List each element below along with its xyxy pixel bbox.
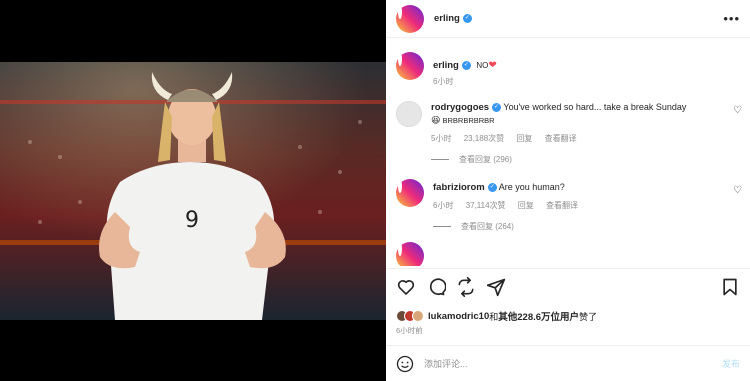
comment-username[interactable]: rodrygogoes [431, 102, 489, 113]
liker-username[interactable]: lukamodric10 [428, 311, 489, 322]
heart-icon[interactable]: ♡ [733, 105, 742, 116]
comment-text: You've worked so hard... take a break Su… [503, 102, 687, 112]
caption-text: NO [476, 61, 489, 70]
send-icon[interactable] [486, 277, 506, 297]
caption-avatar[interactable] [396, 52, 424, 80]
post-header: erling ✓ ••• [386, 0, 750, 38]
reply-button[interactable]: 回复 [518, 201, 534, 210]
comment-item: rodrygogoes ✓ You've worked so hard... ta… [386, 101, 750, 165]
likes-others[interactable]: 其他228.6万位用户 [498, 309, 579, 323]
post-time: 6小时前 [396, 326, 423, 335]
comment-likes[interactable]: 37,114次赞 [466, 201, 506, 210]
verified-icon: ✓ [461, 61, 471, 71]
verified-icon: ✓ [492, 103, 502, 113]
verified-icon: ✓ [462, 14, 472, 24]
post-photo[interactable]: 9 [0, 62, 386, 320]
comments-list[interactable]: erling ✓ NO❤ 6小时 rodrygogoes ✓ You've work… [386, 42, 750, 266]
view-replies-button[interactable]: 查看回复 (264) [433, 221, 740, 232]
heart-icon[interactable] [396, 277, 416, 297]
comment-item-partial [386, 242, 750, 266]
comment-input[interactable] [424, 358, 722, 369]
post-media: 9 [0, 0, 386, 381]
comment-icon[interactable] [426, 277, 446, 297]
svg-text:9: 9 [185, 208, 199, 233]
reply-button[interactable]: 回复 [516, 134, 532, 143]
translate-button[interactable]: 查看翻译 [545, 134, 577, 143]
comment-avatar[interactable] [396, 101, 422, 127]
comment-avatar[interactable] [396, 242, 424, 266]
comment-item: fabriziorom ✓ Are you human? 6小时 37,114次赞… [386, 179, 750, 232]
instagram-post-view: 9 erling ✓ ••• erling ✓ NO❤ 6小时 rodrygog… [0, 0, 750, 381]
heart-icon[interactable]: ♡ [733, 185, 742, 196]
likes-summary[interactable]: lukamodric10 和其他228.6万位用户 赞了 [396, 309, 597, 323]
comment-time: 6小时 [433, 201, 454, 210]
caption-time: 6小时 [433, 77, 454, 86]
more-icon[interactable]: ••• [723, 11, 740, 26]
comment-composer: 发布 [386, 346, 750, 381]
share-icon[interactable] [456, 277, 476, 297]
view-replies-button[interactable]: 查看回复 (296) [431, 154, 740, 165]
laugh-emoji: 😆 [431, 115, 441, 125]
post-button[interactable]: 发布 [722, 357, 740, 370]
author-username[interactable]: erling ✓ [434, 13, 472, 24]
comment-likes[interactable]: 23,188次赞 [464, 134, 504, 143]
likes-connector: 和 [489, 311, 499, 322]
heart-emoji: ❤ [488, 60, 497, 71]
comment-username[interactable]: fabriziorom [433, 182, 485, 193]
caption: erling ✓ NO❤ 6小时 [386, 52, 750, 87]
comment-avatar[interactable] [396, 179, 424, 207]
caption-username[interactable]: erling [433, 60, 459, 71]
divider [386, 268, 750, 269]
action-bar [396, 275, 740, 299]
emoji-icon[interactable] [396, 355, 414, 373]
comment-time: 5小时 [431, 134, 452, 143]
comment-text-2: BRBRBRBRBR [442, 116, 495, 125]
liker-avatar [412, 310, 424, 322]
post-panel: erling ✓ ••• erling ✓ NO❤ 6小时 rodrygogoe… [386, 0, 750, 381]
author-avatar[interactable] [396, 4, 424, 33]
verified-icon: ✓ [487, 183, 497, 193]
save-icon[interactable] [720, 277, 740, 297]
translate-button[interactable]: 查看翻译 [546, 201, 578, 210]
comment-text: Are you human? [498, 182, 565, 192]
likes-suffix: 赞了 [579, 311, 598, 322]
